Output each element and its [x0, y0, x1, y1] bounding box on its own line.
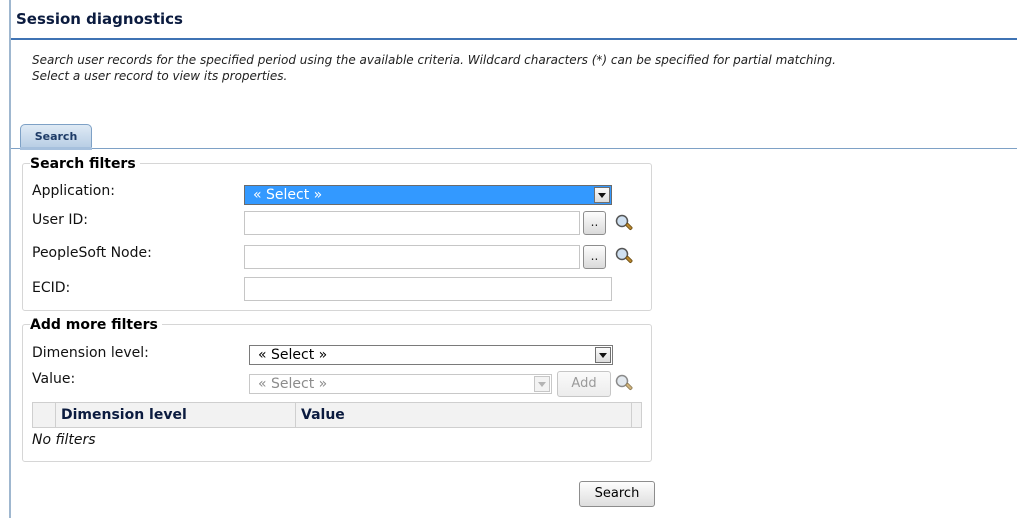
column-divider [295, 403, 296, 427]
search-filters-legend: Search filters [30, 156, 140, 172]
page-description: Search user records for the specified pe… [32, 52, 836, 84]
user-id-label: User ID: [32, 212, 88, 228]
page-title: Session diagnostics [16, 10, 183, 28]
ecid-label: ECID: [32, 280, 71, 296]
dimension-level-select-value: « Select » [258, 347, 328, 363]
search-button[interactable]: Search [579, 481, 655, 507]
column-header-dimension-level[interactable]: Dimension level [61, 407, 187, 423]
tab-strip-divider [11, 148, 1017, 149]
chevron-down-icon[interactable] [594, 187, 610, 203]
peoplesoft-node-input[interactable] [244, 245, 580, 269]
chevron-down-icon[interactable] [595, 347, 611, 363]
dimension-level-label: Dimension level: [32, 345, 149, 361]
column-divider [631, 403, 632, 427]
add-filter-button[interactable]: Add [557, 371, 611, 397]
application-label: Application: [32, 183, 115, 199]
value-label: Value: [32, 371, 76, 387]
application-select[interactable]: « Select » [244, 185, 612, 205]
user-id-picker-button[interactable]: .. [583, 211, 606, 235]
column-header-value[interactable]: Value [301, 407, 345, 423]
value-select[interactable]: « Select » [249, 374, 552, 394]
user-id-input[interactable] [244, 211, 580, 235]
value-select-value: « Select » [258, 376, 328, 392]
chevron-down-icon[interactable] [534, 376, 550, 392]
value-lookup-icon[interactable] [614, 373, 634, 393]
peoplesoft-node-label: PeopleSoft Node: [32, 245, 152, 261]
description-line-1: Search user records for the specified pe… [32, 53, 836, 67]
no-filters-message: No filters [32, 432, 96, 448]
application-select-value: « Select » [253, 187, 323, 203]
left-border [9, 0, 11, 518]
peoplesoft-node-picker-button[interactable]: .. [583, 245, 606, 269]
tab-search[interactable]: Search [20, 124, 92, 148]
ecid-input[interactable] [244, 277, 612, 301]
user-id-lookup-icon[interactable] [614, 213, 634, 233]
title-divider [11, 38, 1017, 40]
filters-table-header: Dimension level Value [32, 402, 642, 428]
add-more-filters-legend: Add more filters [30, 317, 162, 333]
dimension-level-select[interactable]: « Select » [249, 345, 613, 365]
column-divider [55, 403, 56, 427]
tab-search-underline [20, 147, 92, 150]
peoplesoft-node-lookup-icon[interactable] [614, 246, 634, 266]
description-line-2: Select a user record to view its propert… [32, 69, 288, 83]
